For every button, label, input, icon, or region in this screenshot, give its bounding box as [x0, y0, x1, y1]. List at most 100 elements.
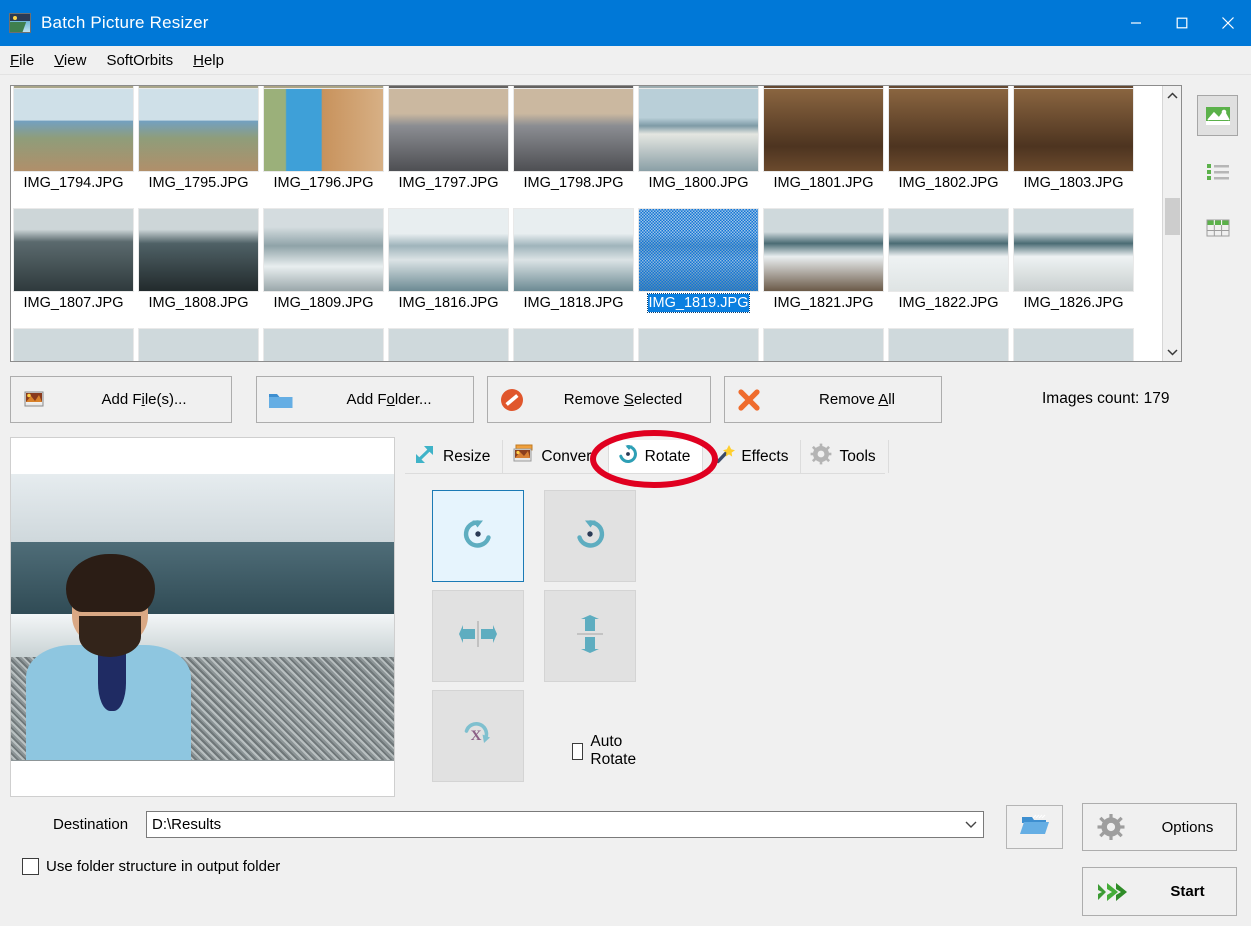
chevron-down-icon[interactable] [959, 820, 983, 829]
thumbnail-label: IMG_1794.JPG [23, 175, 124, 191]
list-item[interactable]: IMG_1816.JPG [386, 206, 511, 313]
list-item[interactable] [261, 326, 386, 361]
list-item[interactable]: IMG_1809.JPG [261, 206, 386, 313]
thumbnail [763, 328, 884, 361]
use-folder-structure-checkbox[interactable] [22, 858, 39, 875]
file-list-panel[interactable]: IMG_1786.JPG IMG_1788.JPG IMG_1787.JPG I… [10, 85, 1182, 362]
list-item[interactable] [386, 326, 511, 361]
list-item[interactable] [11, 326, 136, 361]
list-item[interactable] [136, 326, 261, 361]
thumbnail [638, 328, 759, 361]
thumbnail [388, 328, 509, 361]
add-files-label: Add File(s)... [101, 391, 187, 408]
thumbnail [638, 88, 759, 172]
tabstrip-divider [405, 473, 885, 474]
destination-combobox[interactable]: D:\Results [146, 811, 984, 838]
menu-item-help[interactable]: Help [184, 49, 233, 72]
list-item[interactable] [636, 326, 761, 361]
flip-horizontal-button[interactable] [432, 590, 524, 682]
preview-image [11, 473, 394, 761]
browse-destination-button[interactable] [1006, 805, 1063, 849]
minimize-icon[interactable] [1113, 0, 1159, 46]
auto-rotate-option[interactable]: Auto Rotate [572, 733, 642, 769]
file-list-row-3-clipped [11, 326, 1163, 361]
menu-item-softorbits[interactable]: SoftOrbits [97, 49, 182, 72]
menu-item-view[interactable]: View [45, 49, 95, 72]
rotate-left-button[interactable] [432, 490, 524, 582]
tab-effects[interactable]: Effects [703, 440, 802, 473]
auto-rotate-checkbox[interactable] [572, 742, 584, 760]
flip-vertical-icon [573, 614, 607, 659]
destination-value[interactable]: D:\Results [147, 816, 959, 833]
thumbnail [13, 208, 134, 292]
thumbnail [138, 88, 259, 172]
tab-tools[interactable]: Tools [801, 440, 889, 473]
flip-vertical-button[interactable] [544, 590, 636, 682]
flip-horizontal-icon [458, 617, 498, 656]
add-files-button[interactable]: Add File(s)... [10, 376, 232, 423]
view-mode-buttons [1197, 95, 1238, 263]
thumbnail [513, 328, 634, 361]
list-item[interactable]: IMG_1821.JPG [761, 206, 886, 313]
thumbnail [888, 88, 1009, 172]
list-item[interactable]: IMG_1800.JPG [636, 86, 761, 193]
use-folder-structure-option[interactable]: Use folder structure in output folder [22, 858, 280, 875]
options-button[interactable]: Options [1082, 803, 1237, 851]
list-item[interactable]: IMG_1798.JPG [511, 86, 636, 193]
window-title: Batch Picture Resizer [41, 13, 209, 32]
rotate-right-button[interactable] [544, 490, 636, 582]
close-icon[interactable] [1205, 0, 1251, 46]
list-item-selected[interactable]: IMG_1819.JPG [636, 206, 761, 313]
list-item[interactable]: IMG_1802.JPG [886, 86, 1011, 193]
add-folder-button[interactable]: Add Folder... [256, 376, 474, 423]
thumbnail [388, 88, 509, 172]
thumbnails-view-button[interactable] [1197, 95, 1238, 136]
menu-item-file[interactable]: File [1, 49, 43, 72]
list-item[interactable]: IMG_1826.JPG [1011, 206, 1136, 313]
list-item[interactable]: IMG_1803.JPG [1011, 86, 1136, 193]
rotate-cw-icon [573, 517, 607, 556]
remove-all-button[interactable]: Remove All [724, 376, 942, 423]
list-item[interactable]: IMG_1822.JPG [886, 206, 1011, 313]
thumbnail-label: IMG_1819.JPG [646, 293, 751, 313]
auto-rotate-label: Auto Rotate [590, 733, 637, 768]
list-item[interactable]: IMG_1801.JPG [761, 86, 886, 193]
tab-resize-label: Resize [443, 447, 491, 465]
list-item[interactable] [1011, 326, 1136, 361]
thumbnail [138, 328, 259, 361]
list-item[interactable]: IMG_1797.JPG [386, 86, 511, 193]
maximize-icon[interactable] [1159, 0, 1205, 46]
tab-resize[interactable]: Resize [405, 440, 504, 473]
start-label: Start [1170, 883, 1205, 900]
list-item[interactable]: IMG_1807.JPG [11, 206, 136, 313]
start-button[interactable]: Start [1082, 867, 1237, 916]
list-item[interactable] [511, 326, 636, 361]
list-item[interactable]: IMG_1808.JPG [136, 206, 261, 313]
thumbnail-label: IMG_1798.JPG [523, 175, 624, 191]
thumbnail-label: IMG_1796.JPG [273, 175, 374, 191]
details-view-button[interactable] [1197, 207, 1238, 248]
thumbnail-label: IMG_1818.JPG [523, 295, 624, 311]
remove-selected-label: Remove Selected [563, 391, 683, 408]
list-item[interactable]: IMG_1795.JPG [136, 86, 261, 193]
scrollbar-thumb[interactable] [1165, 198, 1180, 235]
list-item[interactable]: IMG_1818.JPG [511, 206, 636, 313]
thumbnail [763, 88, 884, 172]
list-item[interactable] [761, 326, 886, 361]
list-view-button[interactable] [1197, 151, 1238, 192]
thumbnail [263, 208, 384, 292]
thumbnail-label: IMG_1803.JPG [1023, 175, 1124, 191]
tab-rotate[interactable]: Rotate [608, 440, 704, 473]
thumbnail [1013, 328, 1134, 361]
tab-convert[interactable]: Convert [503, 440, 609, 473]
options-tab-panel: Resize Convert Rotate Effects Tools X Au… [405, 440, 1241, 797]
chevron-down-icon[interactable] [1163, 342, 1181, 361]
remove-selected-button[interactable]: Remove Selected [487, 376, 711, 423]
list-item[interactable]: IMG_1796.JPG [261, 86, 386, 193]
list-item[interactable] [886, 326, 1011, 361]
list-item[interactable]: IMG_1794.JPG [11, 86, 136, 193]
file-list-scrollbar[interactable] [1162, 86, 1181, 361]
chevron-up-icon[interactable] [1163, 86, 1181, 105]
file-list-row-2: IMG_1807.JPG IMG_1808.JPG IMG_1809.JPG I… [11, 206, 1163, 313]
rotate-by-angle-button[interactable]: X [432, 690, 524, 782]
